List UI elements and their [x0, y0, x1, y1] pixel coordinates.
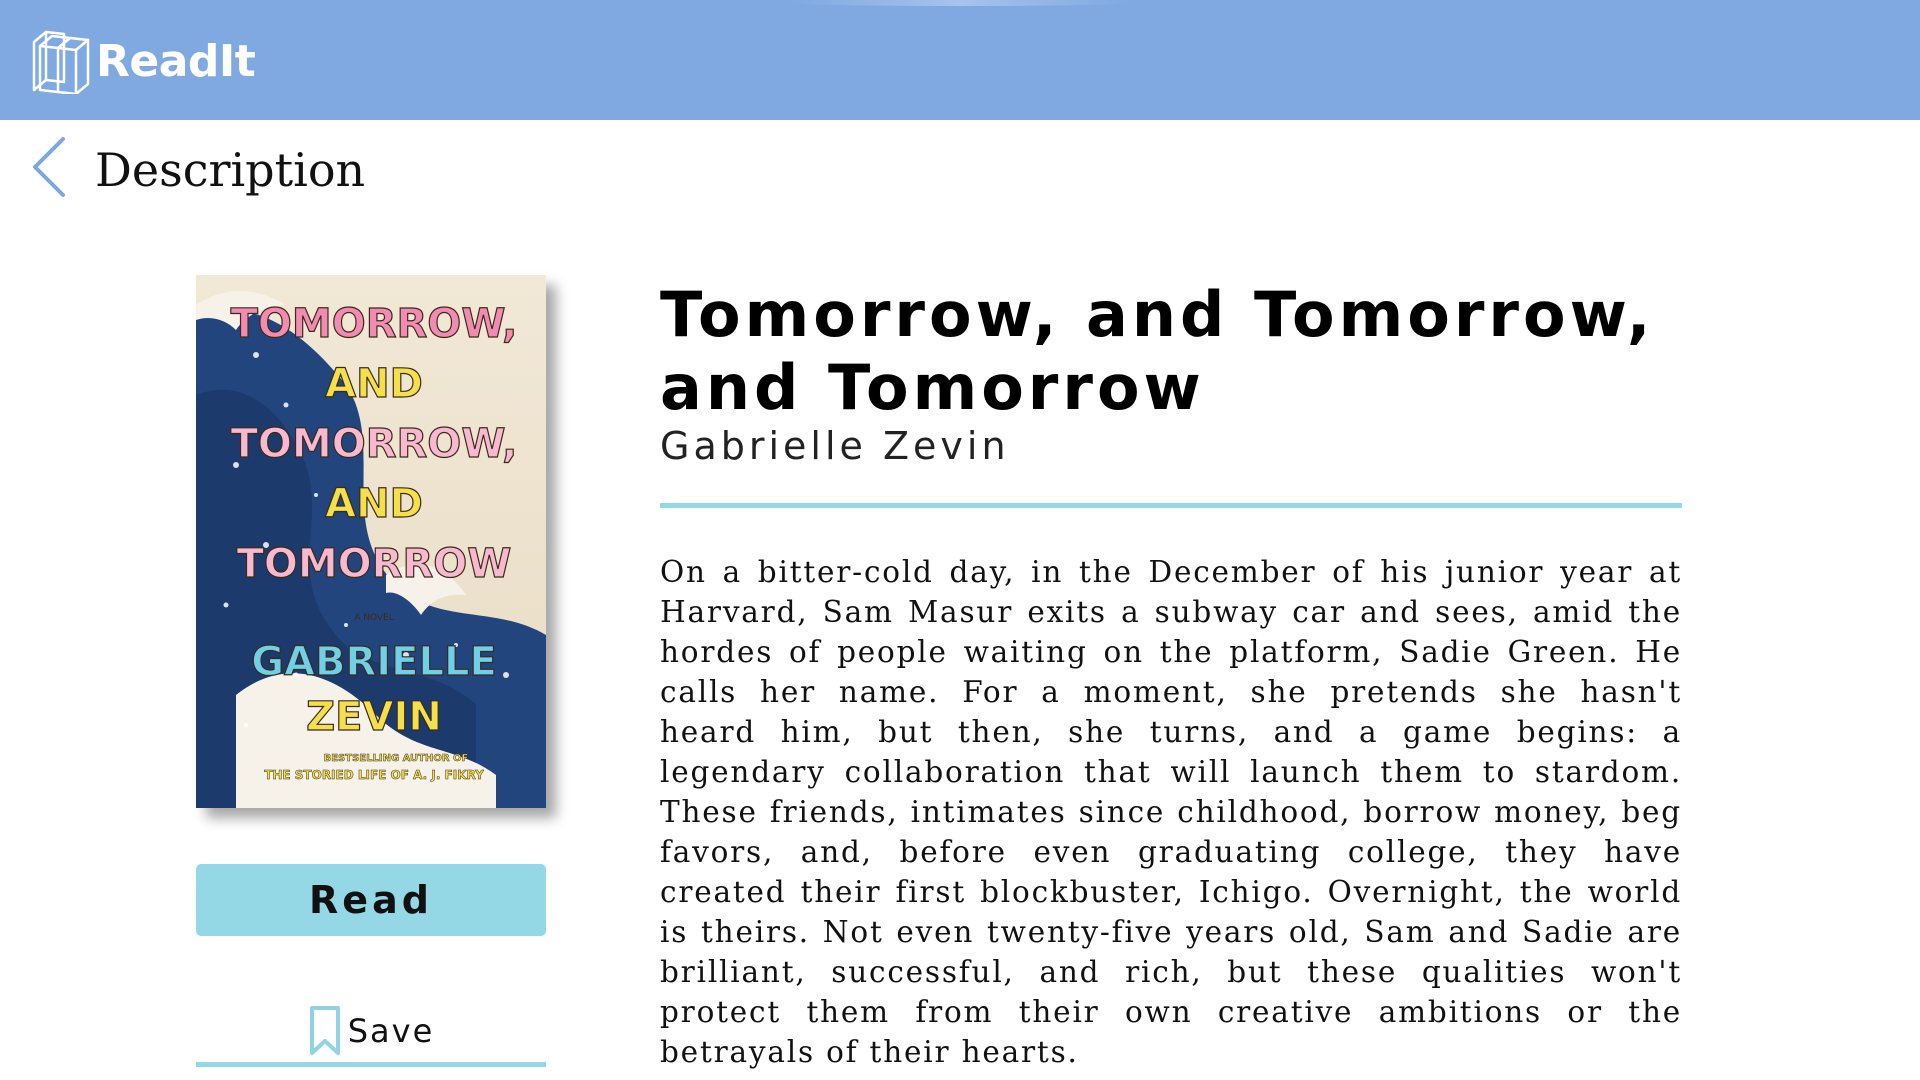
book-cover-art: TOMORROW, AND TOMORROW, AND TOMORROW GAB… — [196, 275, 546, 808]
header-highlight — [790, 0, 1130, 6]
book-title: Tomorrow, and Tomorrow, and Tomorrow — [660, 278, 1655, 424]
cover-author-line: GABRIELLE — [251, 639, 497, 685]
app-logo[interactable]: ReadIt — [30, 26, 256, 96]
cover-tag: A NOVEL — [354, 613, 394, 623]
book-author[interactable]: Gabrielle Zevin — [660, 422, 1010, 470]
save-button[interactable]: Save — [196, 996, 546, 1066]
cover-author-line: ZEVIN — [306, 694, 442, 740]
book-stack-icon — [32, 30, 90, 94]
cover-byline: THE STORIED LIFE OF A. J. FIKRY — [264, 768, 484, 782]
cover-title-line: TOMORROW, — [231, 421, 518, 467]
book-description: On a bitter-cold day, in the December of… — [660, 555, 1682, 1069]
cover-byline: BESTSELLING AUTHOR OF — [324, 753, 469, 764]
save-underline — [196, 1062, 546, 1067]
read-button[interactable]: Read — [196, 864, 546, 936]
cover-title-line: TOMORROW — [237, 541, 512, 587]
cover-title-line: TOMORROW, — [231, 301, 518, 347]
cover-title-line: AND — [325, 481, 423, 527]
book-cover[interactable]: TOMORROW, AND TOMORROW, AND TOMORROW GAB… — [196, 275, 546, 808]
save-label: Save — [347, 1012, 435, 1050]
app-name: ReadIt — [96, 35, 256, 87]
bookmark-icon — [309, 1006, 340, 1055]
divider — [660, 503, 1682, 508]
cover-title-line: AND — [325, 361, 423, 407]
page-title: Description — [95, 143, 366, 197]
app-header: ReadIt — [0, 0, 1920, 120]
back-button[interactable] — [26, 134, 72, 200]
chevron-left-icon — [33, 137, 65, 197]
